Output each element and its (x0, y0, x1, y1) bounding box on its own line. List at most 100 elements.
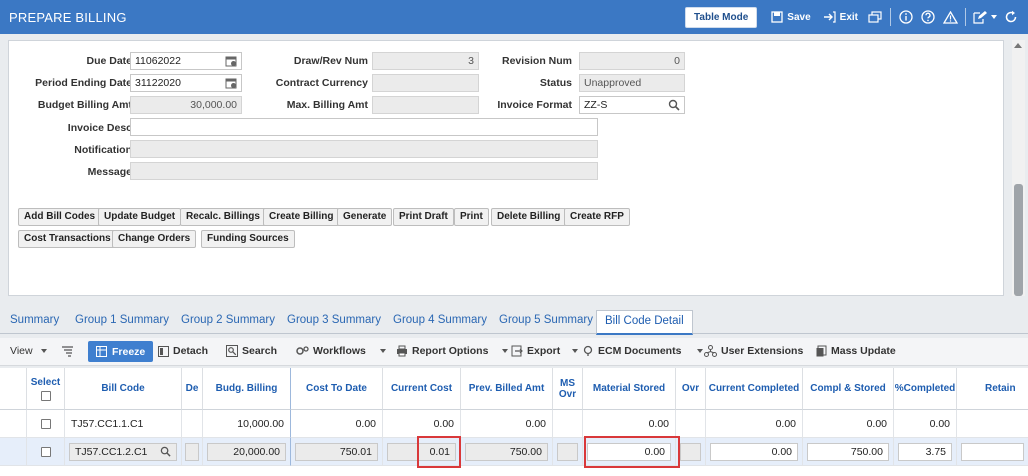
workflows-icon (296, 346, 309, 355)
info-icon (899, 10, 913, 24)
tab-group-3-summary[interactable]: Group 3 Summary (287, 314, 381, 326)
bill-code-cell[interactable]: TJ57.CC1.1.C1 (65, 410, 182, 438)
freeze-button[interactable]: Freeze (88, 341, 154, 362)
windows-button[interactable] (864, 7, 886, 27)
save-button[interactable]: Save (765, 11, 816, 23)
grid-toolbar: View Freeze Detach Search Workflows Repo… (0, 338, 1028, 366)
change-orders-button[interactable]: Change Orders (112, 230, 197, 248)
pct-completed-header[interactable]: %Completed (894, 368, 957, 410)
info-button[interactable] (895, 7, 917, 27)
refresh-button[interactable] (1000, 7, 1022, 27)
generate-button[interactable]: Generate (337, 208, 393, 226)
detach-button[interactable]: Detach (158, 345, 208, 357)
compl-stored-cell[interactable]: 0.00 (803, 410, 894, 438)
cost-transactions-button[interactable]: Cost Transactions (18, 230, 117, 248)
ms-ovr-header[interactable]: MS Ovr (553, 368, 583, 410)
exit-button[interactable]: Exit (817, 11, 864, 23)
row-select-checkbox[interactable] (40, 446, 51, 457)
tab-group-2-summary[interactable]: Group 2 Summary (181, 314, 275, 326)
view-menu[interactable]: View (10, 345, 47, 357)
current-completed-input[interactable]: 0.00 (710, 442, 798, 461)
help-button[interactable] (917, 7, 939, 27)
retain-input[interactable] (961, 442, 1024, 461)
de-input (185, 442, 199, 461)
due-date-field[interactable]: 11062022 (130, 52, 242, 70)
funding-sources-button[interactable]: Funding Sources (201, 230, 295, 248)
search-icon[interactable] (668, 99, 680, 113)
chevron-down-icon (572, 349, 579, 353)
bill-code-input[interactable]: TJ57.CC1.2.C1 (69, 442, 177, 461)
invoice-format-field[interactable]: ZZ-S (579, 96, 685, 114)
select-column-header[interactable]: Select (27, 368, 65, 410)
tab-group-5-summary[interactable]: Group 5 Summary (499, 314, 593, 326)
budg-billing-header[interactable]: Budg. Billing (203, 368, 291, 410)
export-menu[interactable]: Export (511, 345, 579, 357)
material-stored-header[interactable]: Material Stored (583, 368, 676, 410)
user-extensions-button[interactable]: User Extensions (704, 345, 803, 357)
warning-icon (942, 10, 958, 24)
create-rfp-button[interactable]: Create RFP (564, 208, 630, 226)
tab-summary[interactable]: Summary (10, 314, 59, 326)
delete-billing-button[interactable]: Delete Billing (491, 208, 567, 226)
search-button[interactable]: Search (226, 345, 277, 357)
ecm-documents-menu[interactable]: ECM Documents (582, 345, 704, 357)
ovr-header[interactable]: Ovr (676, 368, 706, 410)
ovr-input (680, 442, 701, 461)
pct-completed-cell[interactable]: 0.00 (894, 410, 957, 438)
de-cell (182, 438, 203, 466)
prev-billed-amt-header[interactable]: Prev. Billed Amt (461, 368, 553, 410)
edit-menu-button[interactable] (970, 7, 1000, 27)
period-ending-date-field[interactable]: 31122020 (130, 74, 242, 92)
pct-completed-cell: 3.75 (894, 438, 957, 466)
search-icon[interactable] (160, 446, 171, 457)
scroll-up-arrow-icon[interactable] (1014, 43, 1022, 48)
report-options-menu[interactable]: Report Options (396, 345, 509, 357)
scrollbar-thumb[interactable] (1014, 184, 1023, 296)
compl-stored-header[interactable]: Compl & Stored (803, 368, 894, 410)
ecm-documents-label: ECM Documents (598, 345, 682, 357)
table-mode-button[interactable]: Table Mode (685, 6, 758, 28)
tab-bill-code-detail[interactable]: Bill Code Detail (596, 310, 693, 335)
print-draft-button[interactable]: Print Draft (393, 208, 454, 226)
detach-label: Detach (173, 345, 209, 357)
calendar-icon[interactable] (225, 55, 237, 69)
help-icon (921, 10, 935, 24)
warning-button[interactable] (939, 7, 961, 27)
update-budget-button[interactable]: Update Budget (98, 208, 182, 226)
bill-code-header[interactable]: Bill Code (65, 368, 182, 410)
separator (965, 8, 966, 26)
filter-button[interactable] (61, 345, 74, 357)
printer-icon (397, 345, 407, 357)
user-extensions-label: User Extensions (721, 345, 804, 357)
message-label: Message (87, 166, 132, 178)
title-bar-actions: Table Mode Save Exit (685, 5, 1022, 29)
current-completed-cell[interactable]: 0.00 (706, 410, 803, 438)
period-ending-date-label: Period Ending Date (35, 77, 132, 89)
current-cost-header[interactable]: Current Cost (383, 368, 461, 410)
retain-header[interactable]: Retain (957, 368, 1028, 410)
tab-group-1-summary[interactable]: Group 1 Summary (75, 314, 169, 326)
mass-update-button[interactable]: Mass Update (816, 345, 896, 357)
invoice-desc-input[interactable] (130, 118, 598, 136)
row-indicator (0, 410, 27, 438)
material-stored-cell[interactable]: 0.00 (583, 410, 676, 438)
select-all-checkbox[interactable] (40, 390, 51, 401)
compl-stored-input[interactable]: 750.00 (807, 442, 889, 461)
row-select-checkbox[interactable] (40, 418, 51, 429)
row-select-cell (27, 410, 65, 438)
current-completed-header[interactable]: Current Completed (706, 368, 803, 410)
calendar-icon[interactable] (225, 77, 237, 91)
retain-cell[interactable] (957, 410, 1028, 438)
prev-billed-amt-cell: 0.00 (461, 410, 553, 438)
contract-currency-label: Contract Currency (275, 77, 368, 89)
tab-group-4-summary[interactable]: Group 4 Summary (393, 314, 487, 326)
recalc-billings-button[interactable]: Recalc. Billings (180, 208, 266, 226)
print-button[interactable]: Print (454, 208, 489, 226)
cost-to-date-header[interactable]: Cost To Date (291, 368, 383, 410)
add-bill-codes-button[interactable]: Add Bill Codes (18, 208, 102, 226)
de-header[interactable]: De (182, 368, 203, 410)
max-billing-amt-field (372, 96, 479, 114)
workflows-menu[interactable]: Workflows (296, 345, 386, 357)
pct-completed-input[interactable]: 3.75 (898, 442, 952, 461)
create-billing-button[interactable]: Create Billing (263, 208, 340, 226)
